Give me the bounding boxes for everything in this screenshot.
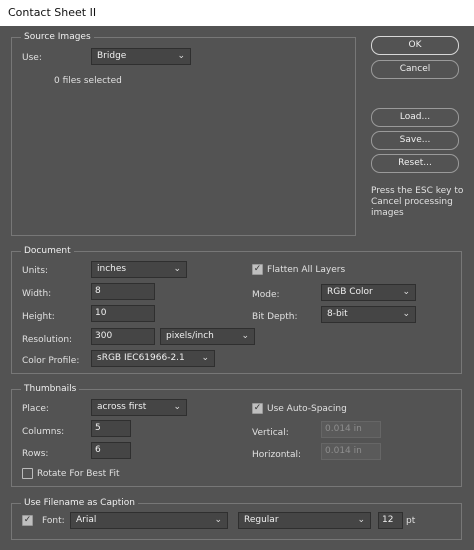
check-icon: ✓ xyxy=(253,403,262,413)
bit-depth-value: 8-bit xyxy=(327,309,348,319)
place-dropdown[interactable]: across first ⌄ xyxy=(91,399,187,416)
font-size-input[interactable]: 12 xyxy=(378,512,403,529)
units-label: Units: xyxy=(22,266,49,276)
esc-note-line: Press the ESC key to xyxy=(371,186,464,196)
height-label: Height: xyxy=(22,312,55,322)
bit-depth-dropdown[interactable]: 8-bit ⌄ xyxy=(321,306,416,323)
resolution-unit-dropdown[interactable]: pixels/inch ⌄ xyxy=(160,328,255,345)
source-images-group: Source Images xyxy=(11,31,356,236)
chevron-down-icon: ⌄ xyxy=(402,287,410,297)
caption-font-checkbox[interactable]: ✓ xyxy=(22,515,33,526)
flatten-layers-checkbox[interactable]: ✓ xyxy=(252,264,263,275)
vertical-spacing-input[interactable]: 0.014 in xyxy=(321,421,381,438)
auto-spacing-label: Use Auto-Spacing xyxy=(267,404,347,414)
save-button[interactable]: Save... xyxy=(371,131,459,150)
resolution-label: Resolution: xyxy=(22,335,73,345)
horizontal-label: Horizontal: xyxy=(252,450,301,460)
caption-legend: Use Filename as Caption xyxy=(21,497,138,510)
font-size-unit: pt xyxy=(406,516,416,526)
width-input[interactable]: 8 xyxy=(91,283,155,300)
esc-note-line: Cancel processing xyxy=(371,197,453,207)
rows-label: Rows: xyxy=(22,449,49,459)
columns-input[interactable]: 5 xyxy=(91,420,131,437)
auto-spacing-checkbox[interactable]: ✓ xyxy=(252,403,263,414)
rows-input[interactable]: 6 xyxy=(91,442,131,459)
font-value: Arial xyxy=(76,515,97,525)
chevron-down-icon: ⌄ xyxy=(402,309,410,319)
color-profile-value: sRGB IEC61966-2.1 xyxy=(97,353,185,363)
source-images-legend: Source Images xyxy=(21,31,94,44)
rotate-best-fit-label: Rotate For Best Fit xyxy=(37,469,120,479)
columns-label: Columns: xyxy=(22,427,65,437)
check-icon: ✓ xyxy=(23,515,32,525)
use-value: Bridge xyxy=(97,51,127,61)
font-label: Font: xyxy=(42,516,65,526)
thumbnails-legend: Thumbnails xyxy=(21,383,80,396)
height-input[interactable]: 10 xyxy=(91,305,155,322)
mode-label: Mode: xyxy=(252,290,280,300)
files-selected-status: 0 files selected xyxy=(54,76,122,86)
color-profile-dropdown[interactable]: sRGB IEC61966-2.1 ⌄ xyxy=(91,350,215,367)
reset-button[interactable]: Reset... xyxy=(371,154,459,173)
cancel-button[interactable]: Cancel xyxy=(371,60,459,79)
place-label: Place: xyxy=(22,404,49,414)
window-title-bar: Contact Sheet II xyxy=(0,0,474,26)
place-value: across first xyxy=(97,402,147,412)
use-label: Use: xyxy=(22,53,42,63)
mode-value: RGB Color xyxy=(327,287,373,297)
color-profile-label: Color Profile: xyxy=(22,356,80,366)
rotate-best-fit-checkbox[interactable] xyxy=(22,468,33,479)
window-title: Contact Sheet II xyxy=(8,6,97,19)
ok-button[interactable]: OK xyxy=(371,36,459,55)
chevron-down-icon: ⌄ xyxy=(201,353,209,363)
esc-note: Press the ESC key to Cancel processing i… xyxy=(371,186,471,219)
font-style-value: Regular xyxy=(244,515,279,525)
check-icon: ✓ xyxy=(253,264,262,274)
horizontal-spacing-input[interactable]: 0.014 in xyxy=(321,443,381,460)
chevron-down-icon: ⌄ xyxy=(173,264,181,274)
esc-note-line: images xyxy=(371,208,404,218)
chevron-down-icon: ⌄ xyxy=(173,402,181,412)
resolution-unit-value: pixels/inch xyxy=(166,331,214,341)
bit-depth-label: Bit Depth: xyxy=(252,312,298,322)
chevron-down-icon: ⌄ xyxy=(214,515,222,525)
document-legend: Document xyxy=(21,245,74,258)
font-dropdown[interactable]: Arial ⌄ xyxy=(70,512,228,529)
chevron-down-icon: ⌄ xyxy=(241,331,249,341)
units-dropdown[interactable]: inches ⌄ xyxy=(91,261,187,278)
vertical-label: Vertical: xyxy=(252,428,289,438)
width-label: Width: xyxy=(22,289,52,299)
chevron-down-icon: ⌄ xyxy=(177,51,185,61)
chevron-down-icon: ⌄ xyxy=(357,515,365,525)
resolution-input[interactable]: 300 xyxy=(91,328,155,345)
units-value: inches xyxy=(97,264,127,274)
load-button[interactable]: Load... xyxy=(371,108,459,127)
mode-dropdown[interactable]: RGB Color ⌄ xyxy=(321,284,416,301)
use-dropdown[interactable]: Bridge ⌄ xyxy=(91,48,191,65)
flatten-layers-label: Flatten All Layers xyxy=(267,265,346,275)
font-style-dropdown[interactable]: Regular ⌄ xyxy=(238,512,371,529)
